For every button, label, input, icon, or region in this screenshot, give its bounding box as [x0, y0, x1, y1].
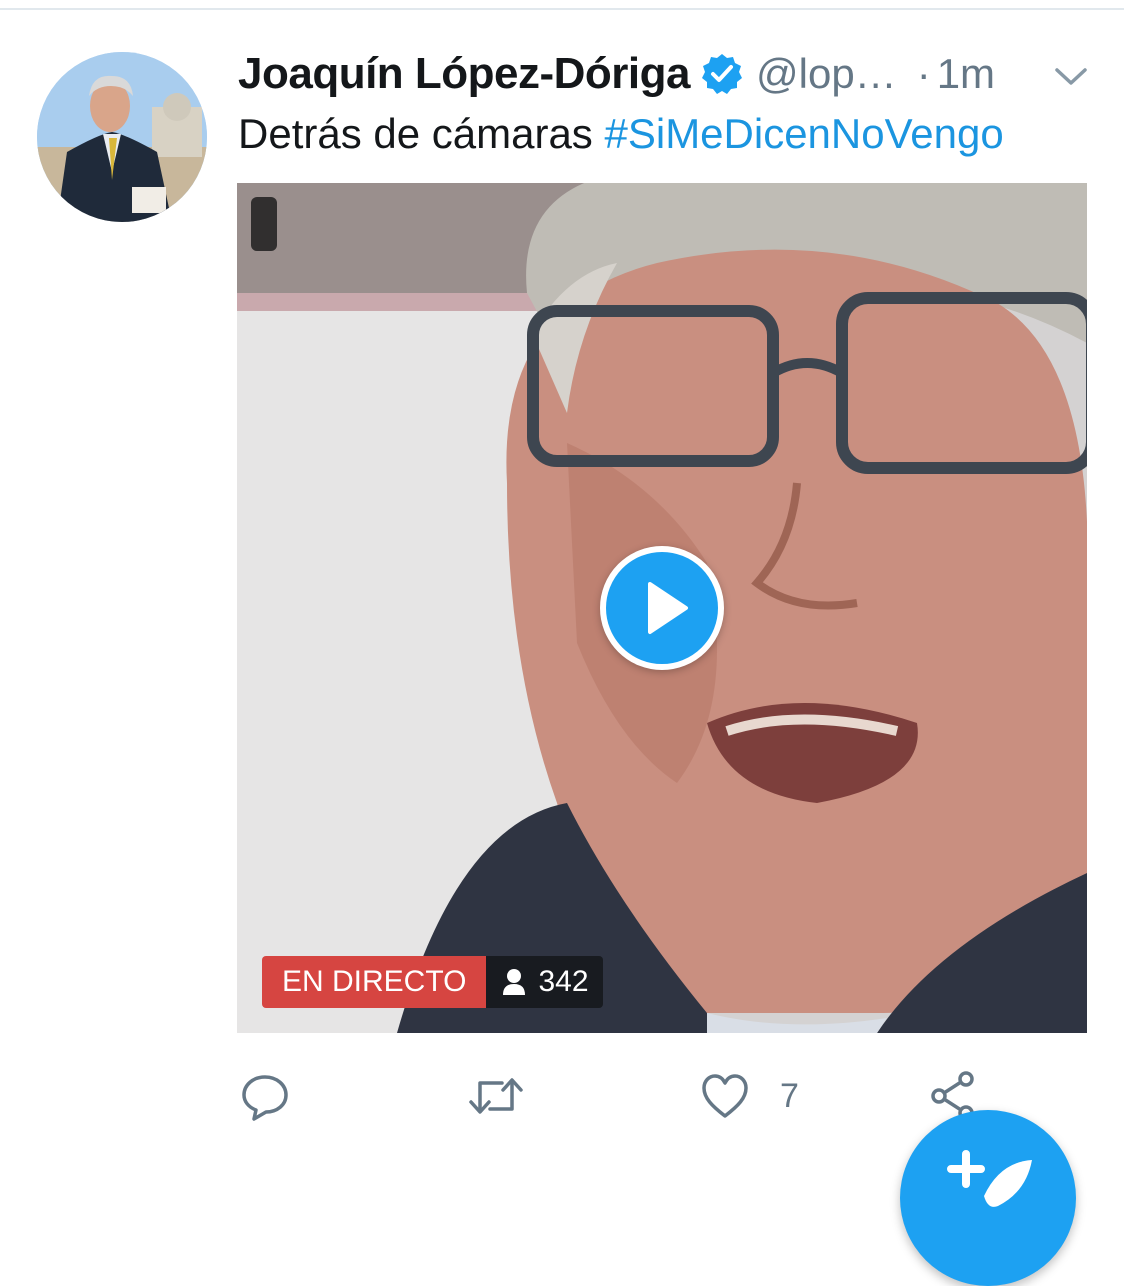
retweet-button[interactable]	[468, 1066, 524, 1126]
compose-tweet-icon	[947, 1150, 1032, 1207]
tweet-text: Detrás de cámaras #SiMeDicenNoVengo	[238, 110, 1004, 158]
viewer-icon	[503, 969, 526, 995]
tweet-text-plain: Detrás de cámaras	[238, 110, 605, 157]
chevron-down-icon[interactable]	[1054, 64, 1088, 90]
user-handle[interactable]: @lop…	[756, 50, 897, 98]
live-label: EN DIRECTO	[262, 956, 487, 1008]
avatar-photo	[37, 52, 207, 222]
like-count: 7	[780, 1076, 799, 1115]
play-button[interactable]	[600, 546, 724, 670]
live-badge: EN DIRECTO 342	[262, 956, 603, 1008]
play-icon	[648, 582, 688, 634]
reply-button[interactable]	[240, 1066, 290, 1126]
tweet-actions: 7	[238, 1066, 998, 1126]
live-video[interactable]: EN DIRECTO 342	[237, 183, 1087, 1033]
retweet-icon	[469, 1078, 523, 1114]
hashtag-link[interactable]: #SiMeDicenNoVengo	[604, 110, 1003, 157]
reply-icon	[242, 1075, 288, 1121]
avatar[interactable]	[37, 52, 207, 222]
tweet-header: Joaquín López-Dóriga @lop… · 1m	[238, 46, 1094, 102]
compose-tweet-button[interactable]	[900, 1110, 1076, 1286]
viewer-count-value: 342	[538, 965, 589, 998]
display-name[interactable]: Joaquín López-Dóriga	[238, 49, 691, 99]
verified-badge-icon	[700, 52, 744, 96]
separator-dot: ·	[916, 50, 931, 97]
timestamp[interactable]: 1m	[937, 50, 995, 98]
like-button[interactable]: 7	[700, 1066, 799, 1126]
top-divider	[0, 8, 1124, 10]
viewer-count: 342	[486, 956, 603, 1008]
heart-icon	[702, 1074, 748, 1118]
media-corner-handle	[251, 197, 277, 251]
